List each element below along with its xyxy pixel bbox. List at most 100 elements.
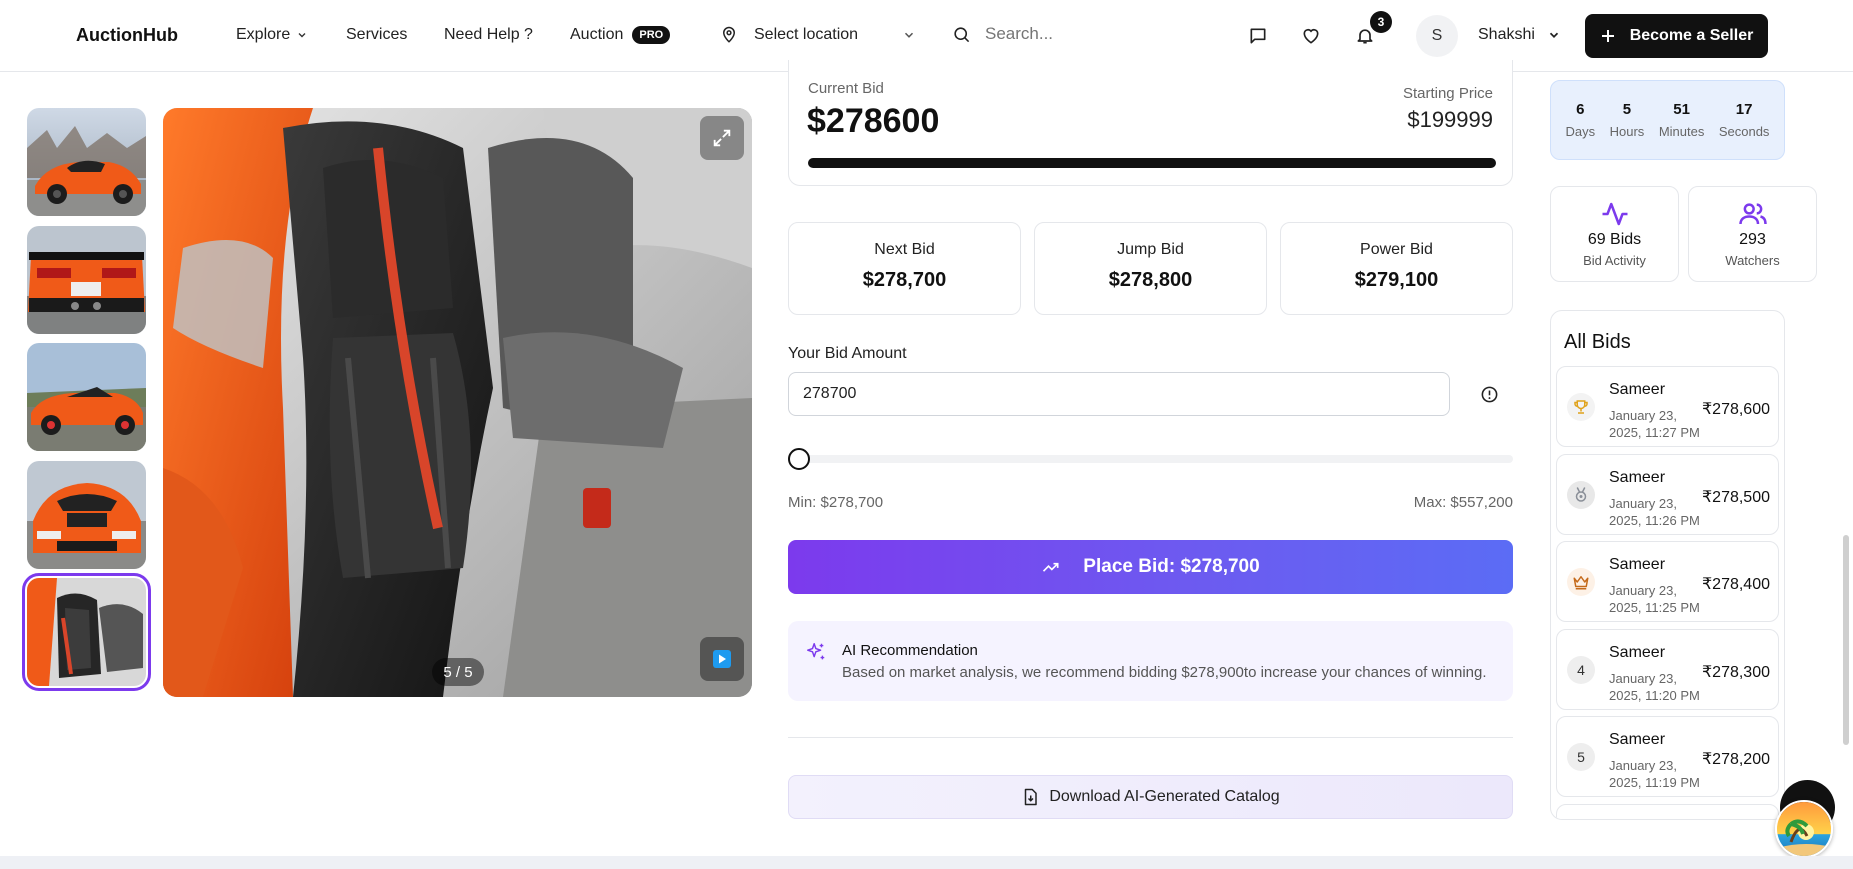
bid-date: January 23, 2025, 11:26 PM bbox=[1609, 496, 1700, 528]
starting-price-label: Starting Price bbox=[1402, 85, 1493, 102]
bidder-name: Sameer bbox=[1609, 556, 1666, 573]
countdown-minutes: 51 Minutes bbox=[1659, 101, 1705, 139]
bid-date: January 23, 2025, 11:19 PM bbox=[1609, 758, 1700, 790]
bid-amount: ₹278,600 bbox=[1701, 401, 1770, 418]
bid-row: Sameer January 23, 2025, 11:25 PM ₹278,4… bbox=[1556, 541, 1779, 622]
rank-number: 5 bbox=[1567, 743, 1595, 771]
bidder-name: Sameer bbox=[1609, 644, 1666, 661]
bid-amount: ₹278,300 bbox=[1701, 664, 1770, 681]
site-logo[interactable]: AuctionHub bbox=[76, 25, 178, 46]
main-gallery-image[interactable]: 5 / 5 bbox=[163, 108, 752, 697]
bid-amount-input[interactable] bbox=[788, 372, 1450, 416]
countdown-days: 6 Days bbox=[1566, 101, 1596, 139]
nav-services[interactable]: Services bbox=[346, 26, 407, 44]
trending-up-icon bbox=[1041, 557, 1061, 577]
location-label: Select location bbox=[754, 26, 859, 43]
bid-row: Sameer January 23, 2025, 11:27 PM ₹278,6… bbox=[1556, 366, 1779, 447]
countdown-unit: Days bbox=[1565, 124, 1596, 139]
countdown-value: 17 bbox=[1735, 101, 1753, 118]
map-pin-icon bbox=[720, 26, 738, 44]
nav-auction-pro[interactable]: Auction PRO bbox=[570, 26, 671, 44]
jump-bid-option[interactable]: Jump Bid $278,800 bbox=[1034, 222, 1267, 315]
bid-row: 4 Sameer January 23, 2025, 11:20 PM ₹278… bbox=[1556, 629, 1779, 710]
user-menu[interactable]: Shakshi bbox=[1478, 26, 1561, 44]
assistant-app-icon[interactable] bbox=[1775, 800, 1833, 858]
all-bids-title: All Bids bbox=[1564, 331, 1631, 353]
place-bid-button[interactable]: Place Bid: $278,700 bbox=[788, 540, 1513, 594]
bid-slider-handle[interactable] bbox=[788, 448, 810, 470]
bid-date: January 23, 2025, 11:25 PM bbox=[1609, 583, 1700, 615]
bid-progress-bar bbox=[808, 158, 1496, 168]
countdown-unit: Hours bbox=[1609, 124, 1645, 139]
rank-number: 4 bbox=[1567, 656, 1595, 684]
countdown-unit: Seconds bbox=[1718, 124, 1770, 139]
become-seller-label: Become a Seller bbox=[1629, 27, 1754, 44]
current-bid-card: Current Bid $278600 Starting Price $1999… bbox=[788, 60, 1513, 186]
option-value: $278,800 bbox=[1108, 269, 1193, 291]
expand-icon[interactable] bbox=[700, 116, 744, 160]
bid-row bbox=[1556, 804, 1779, 819]
info-icon[interactable] bbox=[1480, 385, 1499, 404]
play-icon[interactable] bbox=[700, 637, 744, 681]
bid-max-label: Max: $557,200 bbox=[1413, 494, 1513, 511]
all-bids-panel[interactable]: All Bids Sameer January 23, 2025, 11:27 … bbox=[1550, 310, 1785, 820]
countdown-hours: 5 Hours bbox=[1610, 101, 1645, 139]
gallery-thumbnail-3[interactable] bbox=[27, 343, 146, 451]
gallery-thumbnail-1[interactable] bbox=[27, 108, 146, 216]
option-label: Jump Bid bbox=[1117, 241, 1184, 258]
countdown-unit: Minutes bbox=[1658, 124, 1705, 139]
next-bid-option[interactable]: Next Bid $278,700 bbox=[788, 222, 1021, 315]
location-selector[interactable]: Select location bbox=[720, 26, 916, 44]
sparkles-icon bbox=[805, 641, 827, 663]
ai-recommendation-text: Based on market analysis, we recommend b… bbox=[842, 664, 1487, 681]
download-catalog-button[interactable]: Download AI-Generated Catalog bbox=[788, 775, 1513, 819]
user-name: Shakshi bbox=[1478, 26, 1535, 43]
image-counter: 5 / 5 bbox=[432, 658, 484, 686]
countdown-value: 51 bbox=[1673, 101, 1690, 118]
ai-recommendation-box: AI Recommendation Based on market analys… bbox=[788, 621, 1513, 701]
notification-count-badge: 3 bbox=[1370, 11, 1392, 33]
search-input[interactable] bbox=[985, 24, 1225, 44]
bidder-name: Sameer bbox=[1609, 731, 1666, 748]
chevron-down-icon bbox=[296, 29, 308, 41]
bidder-name: Sameer bbox=[1609, 469, 1666, 486]
gallery-thumbnail-2[interactable] bbox=[27, 226, 146, 334]
chat-icon[interactable] bbox=[1246, 24, 1270, 48]
bid-row: Sameer January 23, 2025, 11:26 PM ₹278,5… bbox=[1556, 454, 1779, 535]
bid-amount: ₹278,500 bbox=[1701, 489, 1770, 506]
option-label: Next Bid bbox=[874, 241, 935, 258]
bid-slider-track[interactable] bbox=[788, 455, 1513, 463]
search-icon bbox=[952, 25, 971, 44]
nav-need-help[interactable]: Need Help ? bbox=[444, 26, 533, 44]
gallery-thumbnail-4[interactable] bbox=[27, 461, 146, 569]
gallery-thumbnail-5[interactable] bbox=[22, 573, 151, 691]
chevron-down-icon bbox=[902, 28, 916, 42]
countdown-seconds: 17 Seconds bbox=[1719, 101, 1770, 139]
bid-row: 5 Sameer January 23, 2025, 11:19 PM ₹278… bbox=[1556, 716, 1779, 797]
nav-explore-label: Explore bbox=[236, 26, 291, 43]
medal-icon bbox=[1567, 481, 1595, 509]
power-bid-option[interactable]: Power Bid $279,100 bbox=[1280, 222, 1513, 315]
bid-activity-card: 69 Bids Bid Activity bbox=[1550, 186, 1679, 282]
footer-strip bbox=[0, 856, 1853, 869]
current-bid-label: Current Bid bbox=[808, 80, 884, 97]
bid-date: January 23, 2025, 11:20 PM bbox=[1609, 671, 1700, 703]
option-value: $278,700 bbox=[862, 269, 947, 291]
pro-badge: PRO bbox=[632, 26, 671, 44]
user-avatar[interactable]: S bbox=[1416, 15, 1458, 57]
nav-explore[interactable]: Explore bbox=[236, 26, 308, 44]
option-label: Power Bid bbox=[1360, 241, 1433, 258]
watchers-label: Watchers bbox=[1725, 253, 1780, 268]
auction-countdown: 6 Days 5 Hours 51 Minutes 17 Seconds bbox=[1550, 80, 1785, 160]
heart-icon[interactable] bbox=[1299, 24, 1323, 48]
ai-recommendation-title: AI Recommendation bbox=[842, 642, 978, 659]
bid-amount: ₹278,200 bbox=[1701, 751, 1770, 768]
countdown-value: 6 bbox=[1576, 101, 1585, 118]
current-bid-value: $278600 bbox=[807, 102, 940, 140]
become-seller-button[interactable]: Become a Seller bbox=[1585, 14, 1768, 58]
file-download-icon bbox=[1021, 788, 1039, 806]
bid-amount-label: Your Bid Amount bbox=[788, 345, 907, 362]
page-scrollbar[interactable] bbox=[1843, 535, 1849, 745]
chevron-down-icon bbox=[1547, 28, 1561, 42]
bid-activity-label: Bid Activity bbox=[1583, 253, 1646, 268]
